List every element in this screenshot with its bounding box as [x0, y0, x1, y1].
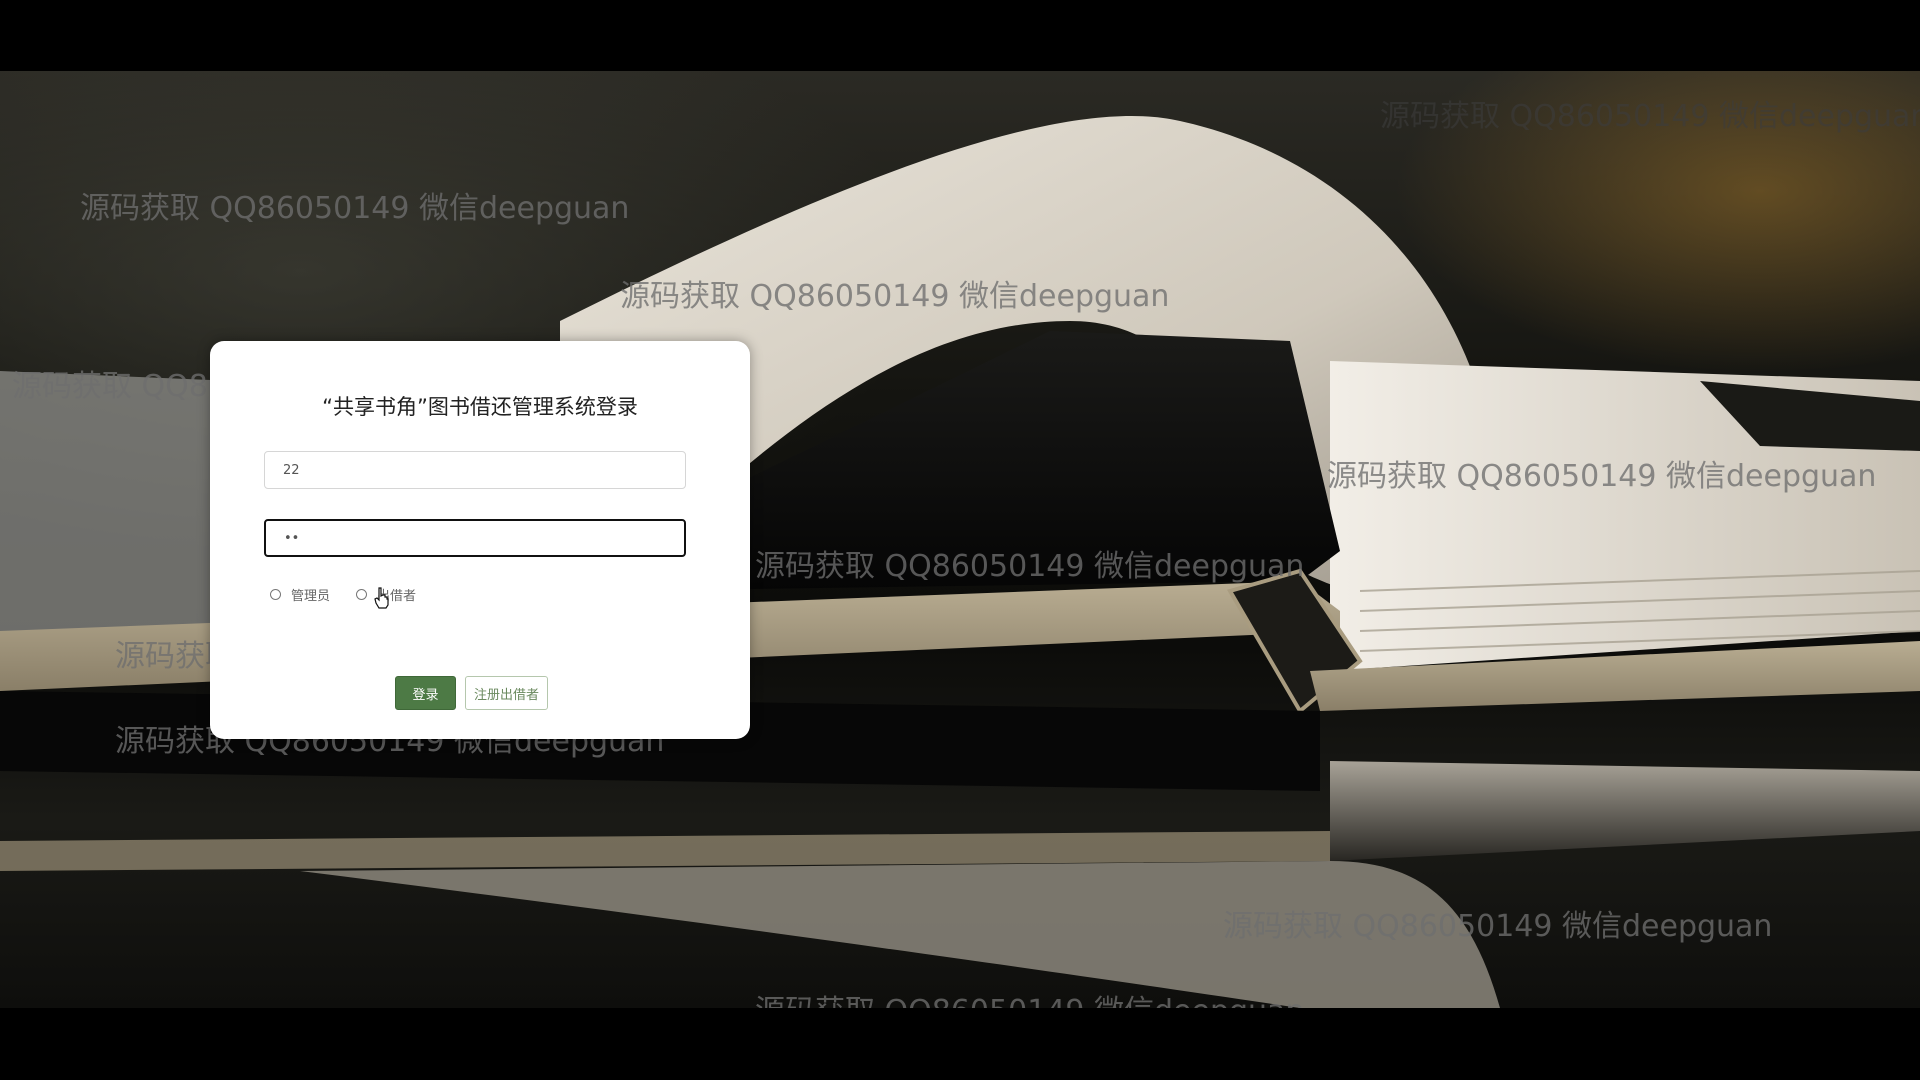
- letterbox-bottom: [0, 1008, 1920, 1080]
- hand-cursor-icon: [374, 587, 389, 609]
- role-option-admin[interactable]: 管理员: [270, 585, 330, 604]
- login-card: “共享书角”图书借还管理系统登录 管理员 出借者 登录 注册出借者: [210, 341, 750, 739]
- password-input[interactable]: [264, 519, 686, 557]
- role-selector: 管理员 出借者: [270, 585, 442, 604]
- role-label-admin: 管理员: [291, 589, 331, 604]
- letterbox-top: [0, 0, 1920, 71]
- login-title: “共享书角”图书借还管理系统登录: [322, 395, 638, 419]
- radio-lender[interactable]: [356, 589, 368, 600]
- login-button[interactable]: 登录: [395, 676, 456, 710]
- button-row: 登录 注册出借者: [395, 676, 548, 710]
- username-input[interactable]: [264, 451, 686, 489]
- register-lender-button[interactable]: 注册出借者: [465, 676, 548, 710]
- radio-admin[interactable]: [270, 589, 281, 600]
